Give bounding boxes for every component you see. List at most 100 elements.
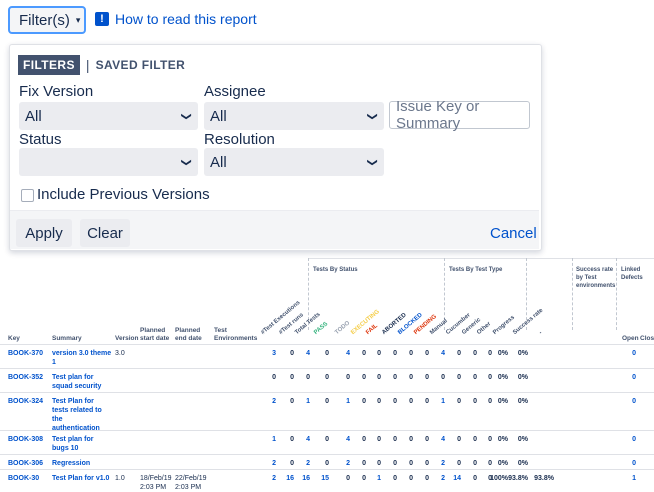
open-defects-cell[interactable]: 0 (622, 349, 636, 358)
clear-button[interactable]: Clear (80, 219, 130, 247)
metric-cell[interactable]: 0 (336, 373, 350, 382)
metric-cell: 0 (457, 436, 461, 443)
metric-cell[interactable]: 0 (262, 373, 276, 382)
metric-cell: 0 (457, 460, 461, 467)
issue-key-link[interactable]: BOOK-30 (8, 474, 50, 483)
group-tests-by-type: Tests By Test Type (449, 267, 503, 273)
metric-cell[interactable]: 1 (431, 397, 445, 406)
help-link-label: How to read this report (115, 11, 257, 27)
summary-link[interactable]: Test Plan for v1.0 (52, 474, 112, 483)
fix-version-select[interactable]: All ❯ (19, 102, 198, 130)
table-row: BOOK-370 version 3.0 theme 1 3.0 3 0 4 0 4 0 0 0 0 0… (0, 344, 654, 369)
metric-cell[interactable]: 1 (336, 397, 350, 406)
table-row: BOOK-306 Regression 2 0 2 0 2 0 0 0 0 0 2 0 0 0 0% 0% 0 (0, 454, 654, 470)
cancel-link[interactable]: Cancel (490, 225, 537, 242)
assignee-select[interactable]: All ❯ (204, 102, 384, 130)
metric-cell[interactable]: 0 (336, 474, 350, 483)
issue-key-link[interactable]: BOOK-352 (8, 373, 50, 382)
filter-tabs: FILTERS | SAVED FILTER (18, 55, 185, 75)
filter-dropdown-button[interactable]: Filter(s) ▾ (8, 6, 86, 34)
metric-cell: 0% (497, 460, 508, 467)
open-defects-cell[interactable]: 1 (622, 474, 636, 483)
metric-cell[interactable]: 2 (262, 474, 276, 483)
col-rotated-header: PASS (313, 321, 330, 336)
metric-cell[interactable]: 1 (367, 474, 381, 483)
metric-cell: 0 (425, 374, 429, 381)
metric-cell[interactable]: 1 (262, 435, 276, 444)
chevron-down-icon: ❯ (366, 157, 378, 167)
metric-cell[interactable]: 0 (296, 373, 310, 382)
open-defects-cell[interactable]: 0 (622, 373, 636, 382)
metric-cell[interactable]: 4 (336, 349, 350, 358)
metric-cell: 0 (362, 398, 366, 405)
issue-key-link[interactable]: BOOK-324 (8, 397, 50, 406)
metric-cell: 0% (497, 398, 508, 405)
metric-cell: 0 (393, 475, 397, 482)
metric-cell: 0 (325, 460, 329, 467)
metric-cell[interactable]: 14 (447, 474, 461, 483)
include-previous-label: Include Previous Versions (37, 186, 210, 203)
metric-cell[interactable]: 4 (431, 349, 445, 358)
metric-cell: 0 (457, 398, 461, 405)
metric-cell: 0 (457, 350, 461, 357)
metric-cell[interactable]: 2 (431, 474, 445, 483)
group-tests-by-status: Tests By Status (313, 267, 358, 273)
metric-cell: 0% (517, 436, 528, 443)
table-row: BOOK-352 Test plan for squad security 0 0 0 0… (0, 368, 654, 393)
version-cell: 1.0 (115, 475, 125, 482)
metric-cell[interactable]: 2 (262, 459, 276, 468)
group-divider (616, 258, 617, 330)
fix-version-value: All (25, 107, 42, 125)
metric-cell: 0 (473, 374, 477, 381)
summary-link[interactable]: Test plan for squad security (52, 373, 112, 391)
metric-cell[interactable]: 16 (280, 474, 294, 483)
metric-cell[interactable]: 15 (315, 474, 329, 483)
metric-cell[interactable]: 16 (296, 474, 310, 483)
summary-link[interactable]: Test plan for bugs 10 (52, 435, 112, 453)
metric-cell: 0 (325, 374, 329, 381)
summary-link[interactable]: Test Plan for tests related to the authe… (52, 397, 112, 433)
metric-cell: 0 (290, 436, 294, 443)
metric-cell[interactable]: 4 (336, 435, 350, 444)
metric-cell: 100% (490, 475, 508, 482)
metric-cell[interactable]: 2 (431, 459, 445, 468)
open-defects-cell[interactable]: 0 (622, 459, 636, 468)
metric-cell[interactable]: 2 (296, 459, 310, 468)
metric-cell: 0 (325, 398, 329, 405)
metric-cell: 0 (473, 398, 477, 405)
include-previous-checkbox[interactable] (21, 189, 34, 202)
apply-button[interactable]: Apply (16, 219, 72, 247)
table-row: BOOK-308 Test plan for bugs 10 1 0 4 0 4 0 0 0 0 0 4… (0, 430, 654, 455)
metric-cell: 0 (425, 436, 429, 443)
issue-key-link[interactable]: BOOK-308 (8, 435, 50, 444)
metric-cell[interactable]: 4 (431, 435, 445, 444)
summary-link[interactable]: Regression (52, 459, 112, 468)
summary-link[interactable]: version 3.0 theme 1 (52, 349, 112, 367)
tab-filters[interactable]: FILTERS (18, 55, 80, 75)
metric-cell: 0% (517, 398, 528, 405)
metric-cell[interactable]: 0 (431, 373, 445, 382)
col-summary: Summary (52, 335, 82, 342)
issue-search-input[interactable]: Issue Key or Summary (389, 98, 530, 132)
resolution-label: Resolution (204, 131, 275, 148)
how-to-read-link[interactable]: ! How to read this report (95, 11, 257, 27)
metric-cell: 0 (393, 350, 397, 357)
group-linked-defects: Linked Defects (621, 267, 643, 281)
metric-cell[interactable]: 4 (296, 349, 310, 358)
metric-cell: 0 (473, 436, 477, 443)
metric-cell[interactable]: 3 (262, 349, 276, 358)
issue-key-link[interactable]: BOOK-370 (8, 349, 50, 358)
metric-cell[interactable]: 4 (296, 435, 310, 444)
metric-cell[interactable]: 1 (296, 397, 310, 406)
resolution-select[interactable]: All ❯ (204, 148, 384, 176)
metric-cell: 0 (473, 350, 477, 357)
open-defects-cell[interactable]: 0 (622, 435, 636, 444)
status-select[interactable]: ❯ (19, 148, 198, 176)
issue-key-link[interactable]: BOOK-306 (8, 459, 50, 468)
open-defects-cell[interactable]: 0 (622, 397, 636, 406)
tab-saved-filter[interactable]: SAVED FILTER (96, 58, 186, 72)
metric-cell[interactable]: 2 (262, 397, 276, 406)
metric-cell: 0 (362, 350, 366, 357)
metric-cell[interactable]: 2 (336, 459, 350, 468)
col-rotated-header: FAIL (365, 323, 379, 336)
